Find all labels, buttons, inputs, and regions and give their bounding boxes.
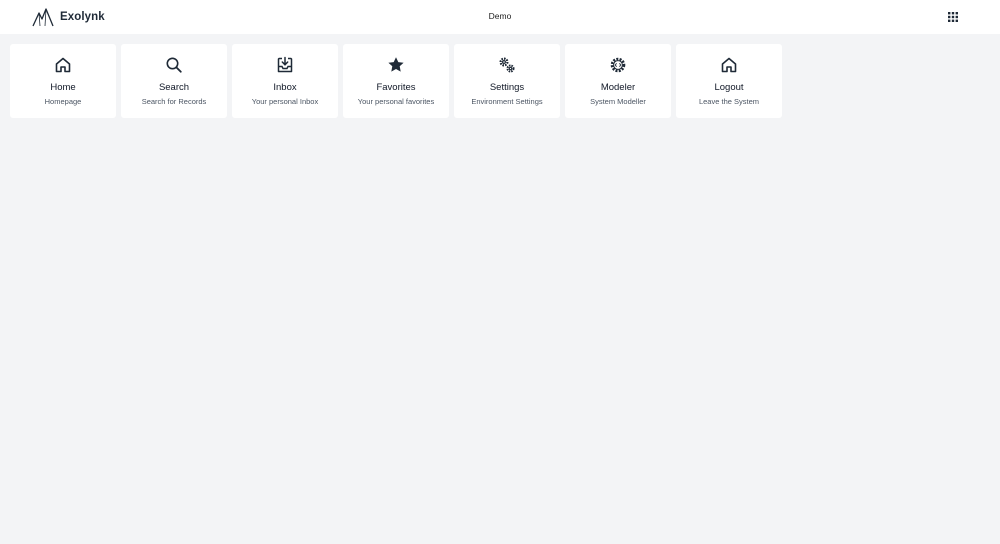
tile-subtitle: Homepage bbox=[44, 97, 82, 106]
tile-inbox[interactable]: Inbox Your personal Inbox bbox=[232, 44, 338, 118]
top-bar: Exolynk Demo bbox=[0, 0, 1000, 34]
tile-title: Settings bbox=[489, 82, 525, 93]
inbox-icon bbox=[277, 56, 293, 73]
apps-grid-button[interactable] bbox=[945, 9, 961, 25]
environment-label: Demo bbox=[488, 11, 512, 21]
tile-subtitle: Environment Settings bbox=[471, 97, 543, 106]
gear-code-icon bbox=[610, 57, 626, 73]
tile-title: Home bbox=[50, 82, 76, 93]
home-icon bbox=[55, 57, 71, 73]
tile-modeler[interactable]: Modeler System Modeller bbox=[565, 44, 671, 118]
tile-subtitle: Leave the System bbox=[698, 97, 760, 106]
tile-subtitle: Search for Records bbox=[141, 97, 207, 106]
star-icon bbox=[388, 57, 404, 72]
tile-favorites[interactable]: Favorites Your personal favorites bbox=[343, 44, 449, 118]
tile-subtitle: Your personal favorites bbox=[357, 97, 435, 106]
tile-title: Logout bbox=[714, 82, 744, 93]
home-icon bbox=[721, 57, 737, 73]
tile-settings[interactable]: Settings Environment Settings bbox=[454, 44, 560, 118]
tile-title: Inbox bbox=[273, 82, 297, 93]
tile-subtitle: System Modeller bbox=[590, 97, 646, 106]
tile-title: Modeler bbox=[600, 82, 636, 93]
tile-title: Search bbox=[158, 82, 190, 93]
grid-icon bbox=[948, 12, 958, 22]
tile-title: Favorites bbox=[376, 82, 416, 93]
gears-icon bbox=[499, 57, 515, 73]
tile-logout[interactable]: Logout Leave the System bbox=[676, 44, 782, 118]
tile-search[interactable]: Search Search for Records bbox=[121, 44, 227, 118]
tile-subtitle: Your personal Inbox bbox=[251, 97, 319, 106]
search-icon bbox=[166, 57, 182, 73]
tile-home[interactable]: Home Homepage bbox=[10, 44, 116, 118]
